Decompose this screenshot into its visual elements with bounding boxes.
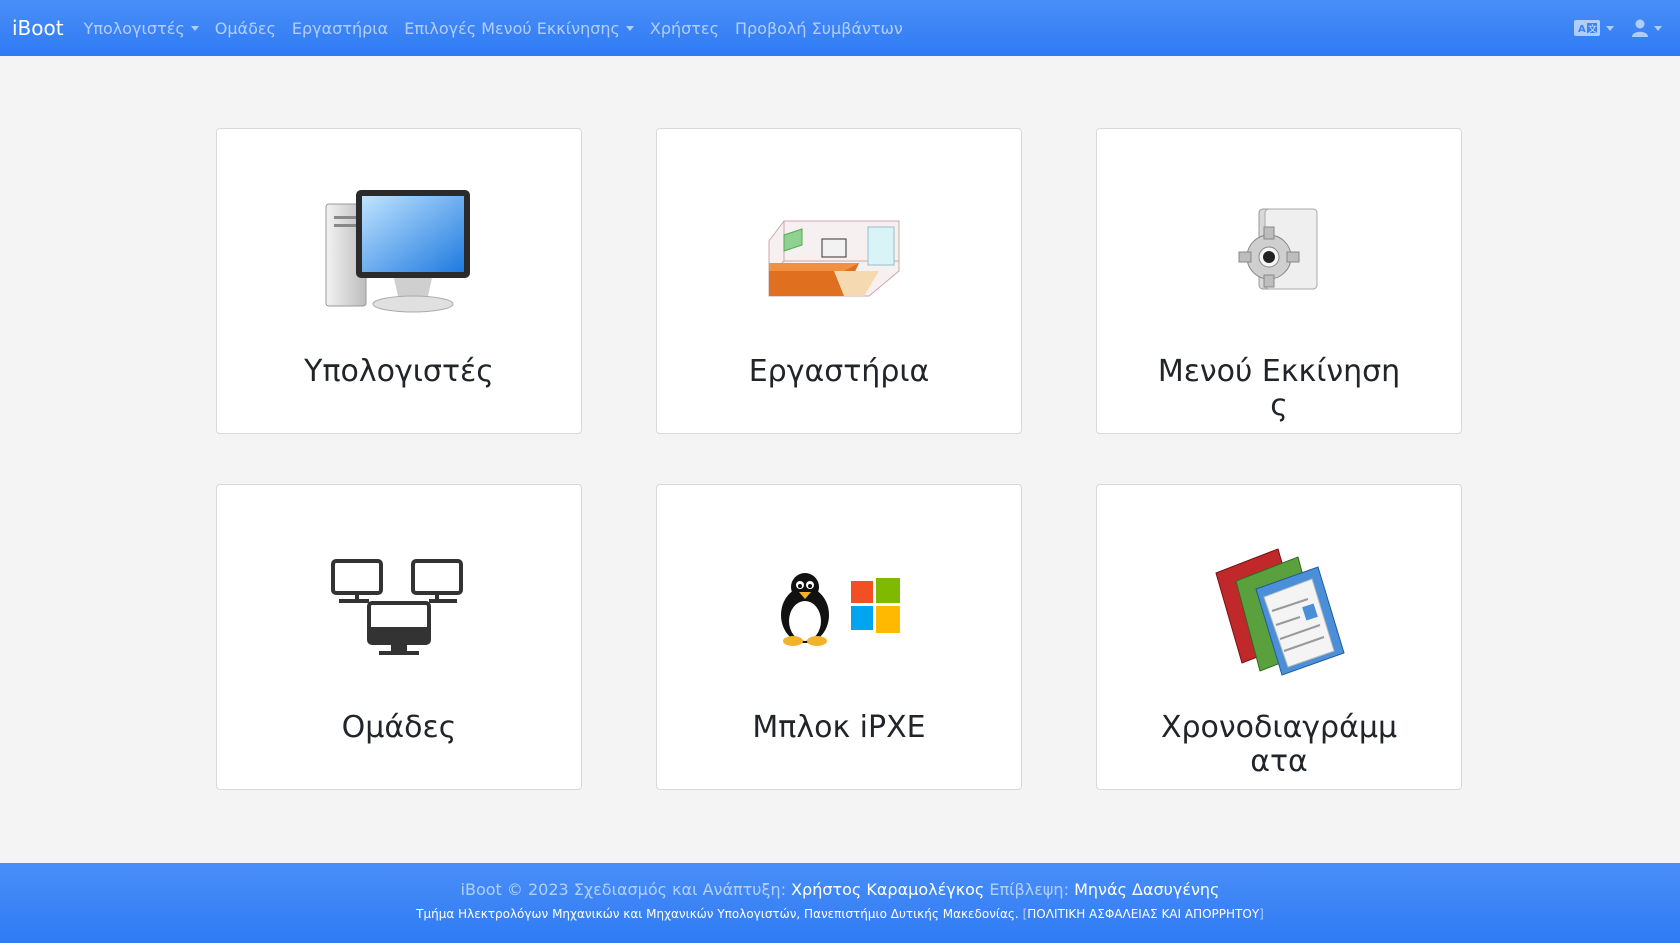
linux-windows-icon [759, 537, 919, 677]
nav-boot-menu-dropdown[interactable]: Επιλογές Μενού Εκκίνησης [396, 19, 642, 38]
nav-computers-dropdown[interactable]: Υπολογιστές [76, 19, 207, 38]
card-title: Υπολογιστές [304, 354, 494, 389]
nav-events[interactable]: Προβολή Συμβάντων [727, 19, 911, 38]
chevron-down-icon [625, 25, 634, 31]
card-boot-menu[interactable]: Μενού Εκκίνησης [1096, 128, 1462, 434]
gear-document-icon [1199, 181, 1359, 321]
card-title: Ομάδες [341, 710, 457, 745]
page-footer: iBoot © 2023 Σχεδιασμός και Ανάπτυξη: Χρ… [0, 863, 1680, 943]
footer-supervision-label: Επίβλεψη: [989, 880, 1069, 899]
svg-text:A: A [1578, 24, 1586, 35]
nav-computers-label: Υπολογιστές [83, 18, 185, 38]
footer-department: Τμήμα Ηλεκτρολόγων Μηχανικών και Μηχανικ… [416, 907, 1019, 921]
desktop-computer-icon [319, 181, 479, 321]
card-title: Μπλοκ iPXE [752, 710, 926, 745]
card-computers[interactable]: Υπολογιστές [216, 128, 582, 434]
language-dropdown[interactable]: A 文 [1574, 20, 1614, 36]
card-labs[interactable]: Εργαστήρια [656, 128, 1022, 434]
card-title: Μενού Εκκίνησης [1157, 354, 1401, 423]
footer-policy-close: ] [1259, 907, 1264, 921]
nav-labs[interactable]: Εργαστήρια [284, 19, 396, 38]
nav-groups[interactable]: Ομάδες [207, 19, 284, 38]
footer-copyright: iBoot © 2023 Σχεδιασμός και Ανάπτυξη: [460, 880, 786, 899]
network-groups-icon [319, 537, 479, 677]
nav-users[interactable]: Χρήστες [642, 19, 727, 38]
navbar-right: A 文 [1574, 0, 1662, 56]
footer-supervisor: Μηνάς Δασυγένης [1074, 880, 1220, 899]
footer-developer: Χρήστος Καραμολέγκος [791, 880, 985, 899]
chevron-down-icon [1606, 25, 1614, 31]
footer-department-line: Τμήμα Ηλεκτρολόγων Μηχανικών και Μηχανικ… [0, 907, 1680, 921]
card-groups[interactable]: Ομάδες [216, 484, 582, 790]
nav-boot-menu-label: Επιλογές Μενού Εκκίνησης [404, 18, 620, 38]
lab-room-icon [759, 181, 919, 321]
card-title: Εργαστήρια [748, 354, 930, 389]
brand-link[interactable]: iBoot [12, 16, 64, 40]
card-ipxe-blocks[interactable]: Μπλοκ iPXE [656, 484, 1022, 790]
user-dropdown[interactable] [1632, 19, 1662, 37]
footer-credits: iBoot © 2023 Σχεδιασμός και Ανάπτυξη: Χρ… [0, 880, 1680, 899]
language-icon: A 文 [1574, 20, 1600, 36]
chevron-down-icon [1654, 25, 1662, 31]
privacy-policy-link[interactable]: ΠΟΛΙΤΙΚΗ ΑΣΦΑΛΕΙΑΣ ΚΑΙ ΑΠΟΡΡΗΤΟΥ [1027, 907, 1259, 921]
card-title: Χρονοδιαγράμματα [1160, 710, 1398, 779]
card-schedules[interactable]: Χρονοδιαγράμματα [1096, 484, 1462, 790]
schedule-books-icon [1199, 537, 1359, 677]
svg-text:文: 文 [1588, 23, 1597, 35]
top-navbar: iBoot Υπολογιστές Ομάδες Εργαστήρια Επιλ… [0, 0, 1680, 56]
chevron-down-icon [190, 25, 199, 31]
user-icon [1632, 19, 1648, 37]
